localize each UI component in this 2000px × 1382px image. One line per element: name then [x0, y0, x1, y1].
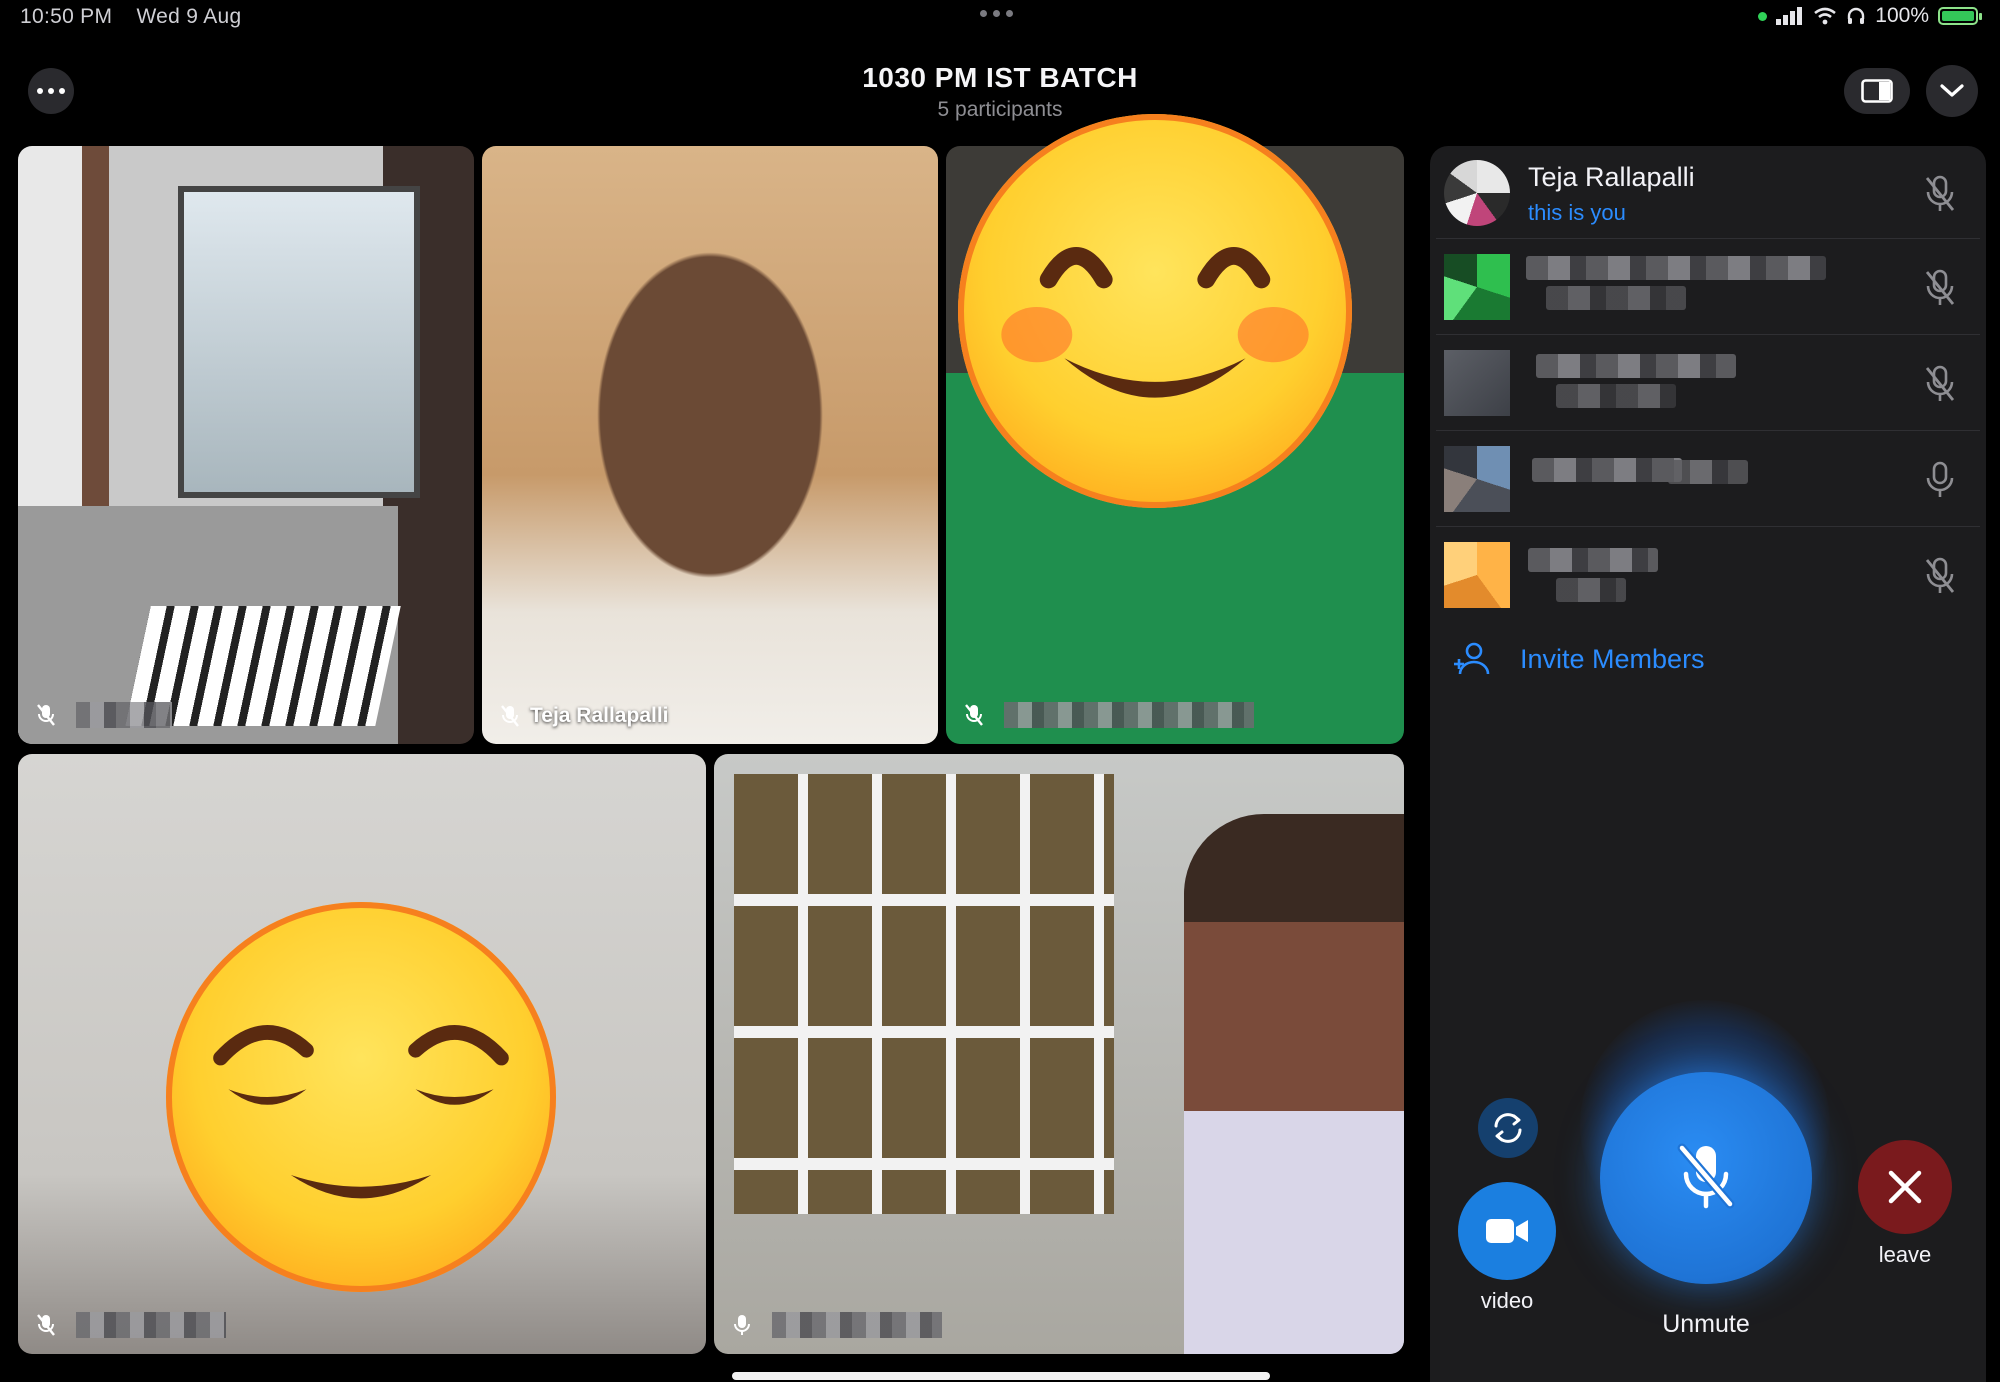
relieved-face-emoji-icon — [166, 902, 556, 1292]
flip-camera-button[interactable] — [1478, 1098, 1538, 1158]
redacted-name — [1536, 354, 1736, 378]
status-time: 10:50 PM — [20, 5, 113, 28]
participant-row[interactable]: Teja Rallapalli this is you — [1436, 150, 1980, 236]
wifi-icon — [1814, 7, 1837, 25]
unmute-button[interactable] — [1600, 1072, 1812, 1284]
redacted-name — [1004, 702, 1254, 728]
battery-icon — [1938, 7, 1982, 25]
minimize-call-button[interactable] — [1926, 65, 1978, 117]
home-indicator[interactable] — [732, 1372, 1270, 1380]
avatar — [1444, 542, 1510, 608]
leave-call-button[interactable] — [1858, 1140, 1952, 1234]
redacted-name — [1528, 548, 1658, 572]
redacted-name — [76, 1312, 226, 1338]
invite-members-label: Invite Members — [1520, 643, 1705, 674]
close-icon — [1888, 1170, 1922, 1204]
status-right: 100% — [1758, 4, 1982, 28]
sidebar-layout-icon — [1861, 79, 1893, 103]
mic-muted-icon[interactable] — [1922, 556, 1958, 596]
redacted-name — [76, 702, 172, 728]
status-bar: 10:50 PM Wed 9 Aug 100% — [0, 0, 2000, 36]
unmute-label: Unmute — [1662, 1310, 1750, 1338]
mic-icon[interactable] — [1922, 460, 1958, 500]
video-toggle-button[interactable] — [1458, 1182, 1556, 1280]
battery-percent: 100% — [1875, 4, 1929, 27]
mic-muted-icon — [965, 704, 983, 726]
leave-label: leave — [1878, 1242, 1932, 1267]
participant-row[interactable] — [1436, 532, 1980, 618]
status-date: Wed 9 Aug — [136, 5, 242, 28]
participant-name: Teja Rallapalli — [1528, 162, 1695, 192]
call-title: 1030 PM IST BATCH — [862, 62, 1138, 93]
tile-name-label — [964, 702, 1254, 728]
status-left: 10:50 PM Wed 9 Aug — [20, 5, 260, 29]
tile-name-label — [732, 1312, 942, 1338]
rotate-camera-icon — [1494, 1113, 1522, 1143]
participant-row[interactable] — [1436, 244, 1980, 330]
mic-icon — [734, 1315, 750, 1335]
participant-row[interactable] — [1436, 340, 1980, 426]
invite-members-button[interactable]: Invite Members — [1452, 640, 1705, 678]
cellular-signal-icon — [1776, 7, 1803, 25]
mic-muted-icon — [501, 705, 519, 727]
chevron-down-icon — [1940, 84, 1964, 97]
divider — [1436, 334, 1980, 335]
video-tile-1[interactable] — [18, 146, 474, 744]
avatar — [1444, 446, 1510, 512]
multitasking-handle[interactable] — [980, 10, 1013, 17]
video-camera-icon — [1486, 1219, 1528, 1243]
video-tile-2[interactable]: Teja Rallapalli — [482, 146, 938, 744]
participant-subtitle: this is you — [1528, 200, 1626, 225]
add-person-icon — [1454, 642, 1490, 675]
mic-muted-icon[interactable] — [1922, 174, 1958, 214]
headphones-icon — [1848, 7, 1865, 24]
avatar — [1444, 254, 1510, 320]
mic-muted-icon — [37, 1314, 55, 1336]
redacted-name — [772, 1312, 942, 1338]
avatar — [1444, 350, 1510, 416]
tile-participant-name: Teja Rallapalli — [530, 704, 669, 727]
divider — [1436, 526, 1980, 527]
divider — [1436, 430, 1980, 431]
tile-name-label — [36, 702, 172, 728]
video-tile-5[interactable] — [714, 754, 1404, 1354]
mic-muted-icon[interactable] — [1922, 268, 1958, 308]
participant-row[interactable] — [1436, 436, 1980, 522]
mic-muted-icon[interactable] — [1922, 364, 1958, 404]
tile-name-label: Teja Rallapalli — [500, 704, 669, 728]
mic-muted-icon — [37, 704, 55, 726]
toggle-sidebar-button[interactable] — [1844, 68, 1910, 114]
mic-muted-icon — [1677, 1143, 1735, 1209]
redacted-name — [1526, 256, 1826, 280]
smiling-face-emoji-icon — [958, 114, 1352, 508]
avatar — [1444, 160, 1510, 226]
video-label: video — [1480, 1288, 1534, 1313]
redacted-name — [1532, 458, 1682, 482]
camera-in-use-indicator — [1758, 11, 1768, 21]
tile-name-label — [36, 1312, 226, 1338]
divider — [1436, 238, 1980, 239]
